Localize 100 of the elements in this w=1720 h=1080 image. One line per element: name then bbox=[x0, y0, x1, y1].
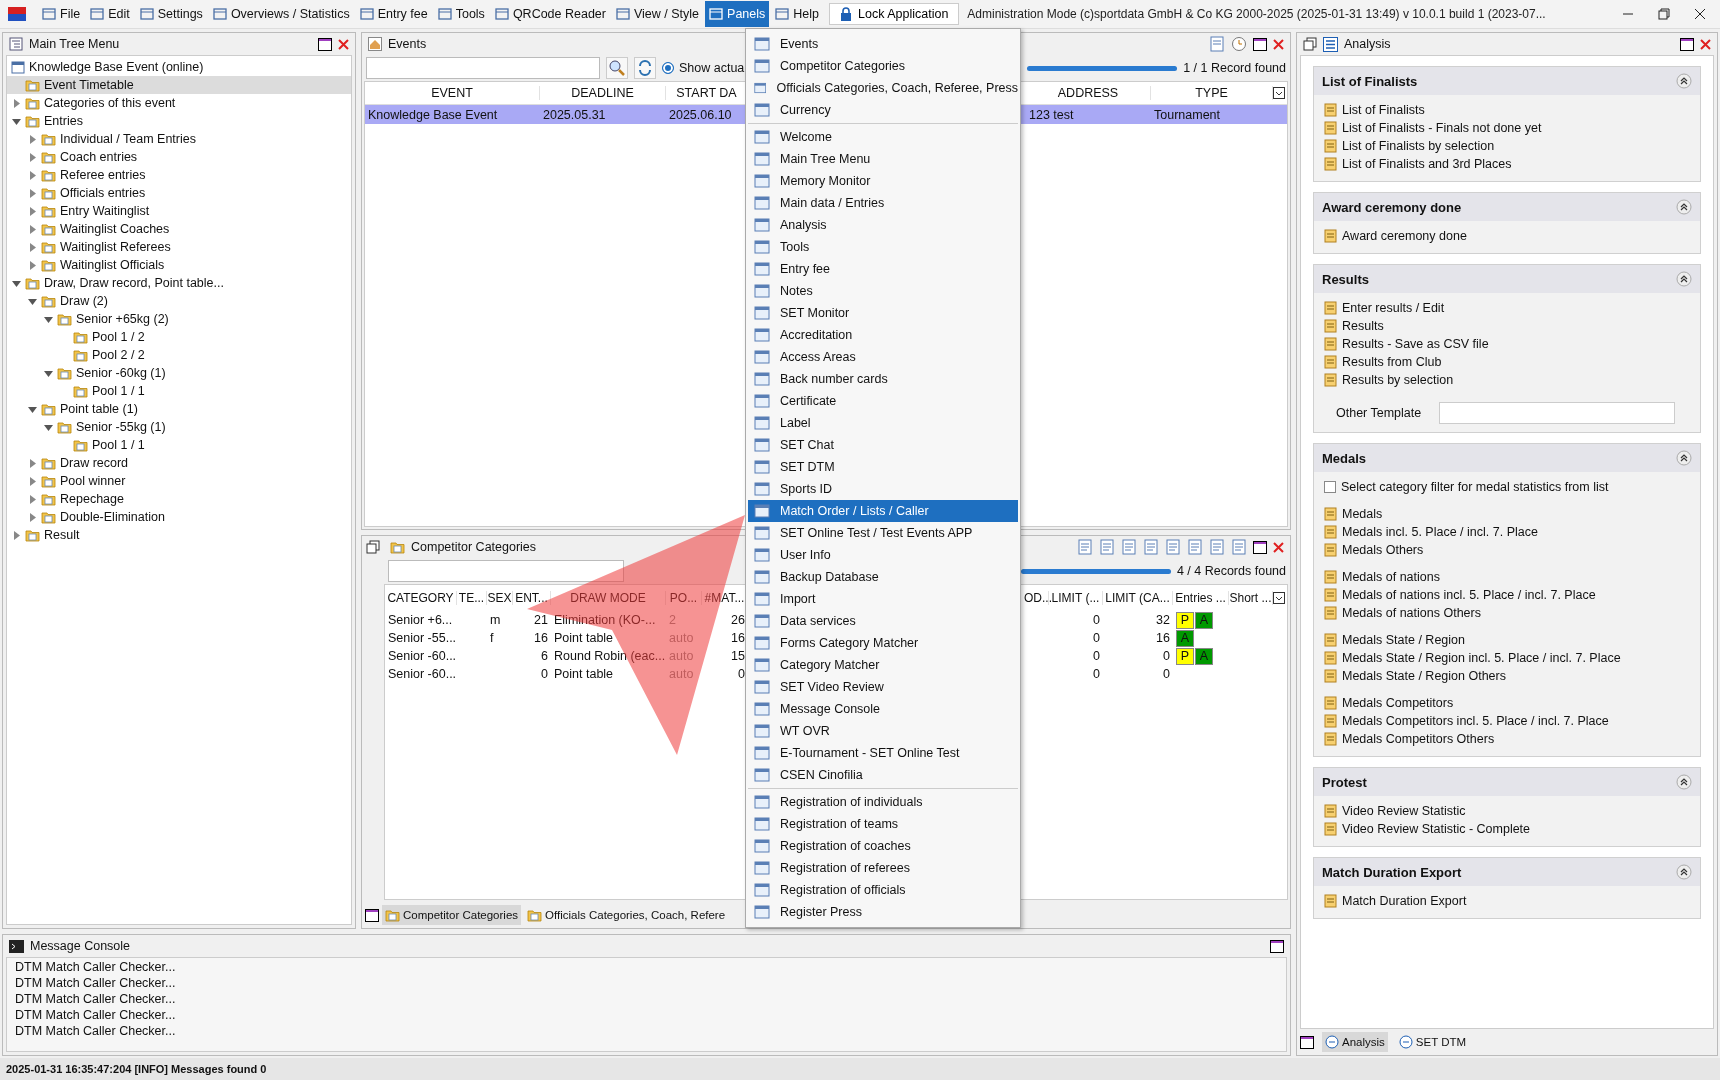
task-link[interactable]: Enter results / Edit bbox=[1342, 301, 1445, 315]
column-header[interactable]: DRAW MODE bbox=[551, 591, 666, 605]
menu-item[interactable]: Label bbox=[748, 412, 1018, 434]
column-chooser-icon[interactable] bbox=[1273, 592, 1285, 604]
menu-item[interactable]: Import bbox=[748, 588, 1018, 610]
menu-item[interactable]: SET Video Review bbox=[748, 676, 1018, 698]
maximize-icon[interactable] bbox=[365, 908, 379, 922]
task-link[interactable]: Medals Competitors bbox=[1342, 696, 1454, 710]
task-link[interactable]: Results by selection bbox=[1342, 373, 1454, 387]
search-field[interactable] bbox=[388, 560, 624, 582]
expand-toggle-icon[interactable] bbox=[11, 116, 21, 126]
menu-item[interactable]: Accreditation bbox=[748, 324, 1018, 346]
menu-item[interactable]: File bbox=[38, 1, 85, 27]
task-link[interactable]: Medals Others bbox=[1342, 543, 1424, 557]
expand-toggle-icon[interactable] bbox=[27, 152, 37, 162]
collapse-toggle-icon[interactable] bbox=[1676, 774, 1692, 790]
menu-item[interactable]: Registration of teams bbox=[748, 813, 1018, 835]
menu-item[interactable]: Registration of referees bbox=[748, 857, 1018, 879]
close-icon[interactable] bbox=[1694, 8, 1706, 20]
task-link[interactable]: Medals of nations incl. 5. Place / incl. 7. Place bbox=[1342, 588, 1596, 602]
task-link[interactable]: List of Finalists by selection bbox=[1342, 139, 1495, 153]
tree-item[interactable]: Repechage bbox=[7, 490, 351, 508]
menu-item[interactable]: Overviews / Statistics bbox=[208, 1, 354, 27]
tree-item[interactable]: Pool 1 / 1 bbox=[7, 436, 351, 454]
menu-item[interactable]: Officials Categories, Coach, Referee, Press bbox=[748, 77, 1018, 99]
tree-item[interactable]: Senior +65kg (2) bbox=[7, 310, 351, 328]
restore-icon[interactable] bbox=[1658, 8, 1670, 20]
tree-item[interactable]: Individual / Team Entries bbox=[7, 130, 351, 148]
windows-icon[interactable] bbox=[366, 540, 380, 554]
maximize-icon[interactable] bbox=[1253, 540, 1267, 554]
menu-item[interactable]: Registration of officials bbox=[748, 879, 1018, 901]
tree-item[interactable]: Senior -60kg (1) bbox=[7, 364, 351, 382]
collapse-toggle-icon[interactable] bbox=[1676, 450, 1692, 466]
menu-item[interactable]: Settings bbox=[135, 1, 207, 27]
checkbox[interactable] bbox=[1324, 481, 1336, 493]
menu-item[interactable]: Main Tree Menu bbox=[748, 148, 1018, 170]
column-header[interactable]: PO... bbox=[666, 591, 702, 605]
maximize-icon[interactable] bbox=[318, 37, 332, 51]
task-link[interactable]: Medals Competitors Others bbox=[1342, 732, 1495, 746]
menu-item[interactable]: Tools bbox=[748, 236, 1018, 258]
menu-item[interactable]: Category Matcher bbox=[748, 654, 1018, 676]
tree-item[interactable]: Senior -55kg (1) bbox=[7, 418, 351, 436]
menu-item[interactable]: Events bbox=[748, 33, 1018, 55]
task-link[interactable]: Match Duration Export bbox=[1342, 894, 1467, 908]
task-link[interactable]: Medals of nations bbox=[1342, 570, 1440, 584]
menu-item[interactable]: Analysis bbox=[748, 214, 1018, 236]
expand-toggle-icon[interactable] bbox=[27, 404, 37, 414]
lock-application-button[interactable]: Lock Application bbox=[829, 3, 960, 25]
menu-item[interactable]: SET Monitor bbox=[748, 302, 1018, 324]
column-header[interactable]: TE... bbox=[457, 591, 487, 605]
menu-item[interactable]: Entry fee bbox=[748, 258, 1018, 280]
panel-tab[interactable]: Officials Categories, Coach, Refere bbox=[524, 905, 729, 925]
tree-item[interactable]: Categories of this event bbox=[7, 94, 351, 112]
task-link[interactable]: Medals incl. 5. Place / incl. 7. Place bbox=[1342, 525, 1538, 539]
tree-item[interactable]: Pool winner bbox=[7, 472, 351, 490]
column-chooser-icon[interactable] bbox=[1273, 87, 1285, 99]
menu-item[interactable]: Main data / Entries bbox=[748, 192, 1018, 214]
menu-item[interactable]: Message Console bbox=[748, 698, 1018, 720]
expand-toggle-icon[interactable] bbox=[43, 368, 53, 378]
menu-item[interactable]: Edit bbox=[86, 1, 134, 27]
expand-toggle-icon[interactable] bbox=[27, 224, 37, 234]
menu-item[interactable]: Back number cards bbox=[748, 368, 1018, 390]
search-icon[interactable] bbox=[606, 57, 628, 79]
windows-icon[interactable] bbox=[1303, 37, 1317, 51]
task-link[interactable]: Results - Save as CSV file bbox=[1342, 337, 1489, 351]
tree-item[interactable]: Waitinglist Officials bbox=[7, 256, 351, 274]
menu-item[interactable]: E-Tournament - SET Online Test bbox=[748, 742, 1018, 764]
menu-item[interactable]: Data services bbox=[748, 610, 1018, 632]
radio-button[interactable]: Show actua bbox=[662, 61, 745, 75]
tree-root-label[interactable]: Knowledge Base Event (online) bbox=[29, 60, 204, 74]
menu-item[interactable]: Match Order / Lists / Caller bbox=[748, 500, 1018, 522]
expand-toggle-icon[interactable] bbox=[27, 296, 37, 306]
column-header[interactable]: LIMIT (... bbox=[1049, 591, 1103, 605]
expand-toggle-icon[interactable] bbox=[27, 134, 37, 144]
expand-toggle-icon[interactable] bbox=[11, 278, 21, 288]
menu-item[interactable]: Competitor Categories bbox=[748, 55, 1018, 77]
column-header[interactable]: DEADLINE bbox=[540, 86, 666, 100]
menu-item[interactable]: Sports ID bbox=[748, 478, 1018, 500]
expand-toggle-icon[interactable] bbox=[27, 512, 37, 522]
menu-item[interactable]: SET Chat bbox=[748, 434, 1018, 456]
expand-toggle-icon[interactable] bbox=[43, 314, 53, 324]
menu-item[interactable]: Register Press bbox=[748, 901, 1018, 923]
tree-item[interactable]: Draw record bbox=[7, 454, 351, 472]
column-header[interactable]: LIMIT (CA... bbox=[1103, 591, 1173, 605]
task-link[interactable]: Medals of nations Others bbox=[1342, 606, 1481, 620]
menu-item[interactable]: Welcome bbox=[748, 126, 1018, 148]
tree-item[interactable]: Draw (2) bbox=[7, 292, 351, 310]
expand-toggle-icon[interactable] bbox=[27, 206, 37, 216]
menu-item[interactable]: Certificate bbox=[748, 390, 1018, 412]
task-link[interactable]: Video Review Statistic - Complete bbox=[1342, 822, 1531, 836]
collapse-toggle-icon[interactable] bbox=[1676, 271, 1692, 287]
tree-item[interactable]: Pool 1 / 1 bbox=[7, 382, 351, 400]
clock-icon[interactable] bbox=[1231, 36, 1247, 52]
collapse-toggle-icon[interactable] bbox=[1676, 199, 1692, 215]
column-header[interactable]: SEX bbox=[487, 591, 513, 605]
tree-item[interactable]: Entries bbox=[7, 112, 351, 130]
panel-tab[interactable]: Competitor Categories bbox=[382, 905, 522, 925]
expand-toggle-icon[interactable] bbox=[11, 98, 21, 108]
task-link[interactable]: Video Review Statistic bbox=[1342, 804, 1466, 818]
menu-item[interactable]: Memory Monitor bbox=[748, 170, 1018, 192]
